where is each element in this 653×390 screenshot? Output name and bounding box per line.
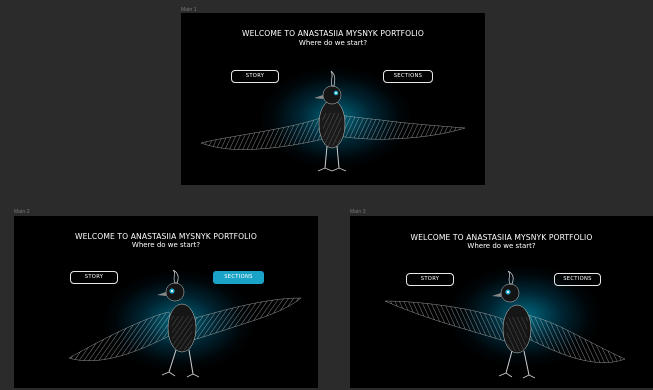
page-title: WELCOME TO ANASTASIIA MYSNYK PORTFOLIO (410, 233, 593, 242)
frame-label-main-3[interactable]: Main 3 (350, 209, 366, 215)
frame-main-2[interactable]: WELCOME TO ANASTASIIA MYSNYK PORTFOLIO W… (14, 216, 318, 388)
page-subtitle: Where do we start? (131, 241, 201, 249)
raven-illustration-icon (201, 70, 465, 172)
page-subtitle: Where do we start? (298, 39, 368, 47)
frame-main-3[interactable]: WELCOME TO ANASTASIIA MYSNYK PORTFOLIO W… (350, 216, 653, 388)
page-title: WELCOME TO ANASTASIIA MYSNYK PORTFOLIO (75, 232, 257, 241)
frame-main-1[interactable]: WELCOME TO ANASTASIIA MYSNYK PORTFOLIO W… (181, 13, 485, 185)
design-canvas: Main 1 WELCOME TO ANASTASIIA MYSNYK PORT… (0, 0, 653, 390)
raven-illustration-icon (385, 271, 626, 379)
page-title: WELCOME TO ANASTASIIA MYSNYK PORTFOLIO (242, 29, 424, 38)
frame-label-main-2[interactable]: Main 2 (14, 209, 30, 215)
raven-illustration-icon (69, 270, 302, 378)
page-subtitle: Where do we start? (467, 242, 536, 250)
